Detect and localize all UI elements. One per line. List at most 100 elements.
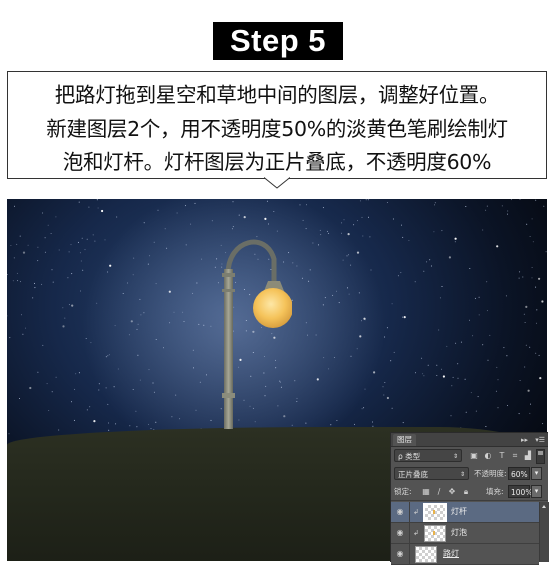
star bbox=[305, 228, 307, 230]
eye-icon[interactable]: ◉ bbox=[391, 502, 410, 522]
star bbox=[19, 235, 21, 237]
layer-name: 灯泡 bbox=[451, 528, 467, 537]
star bbox=[472, 335, 474, 337]
layer-row[interactable]: ◉ ↲ 灯泡 bbox=[391, 523, 539, 544]
star bbox=[44, 251, 46, 253]
star bbox=[312, 242, 314, 244]
eye-icon[interactable]: ◉ bbox=[391, 523, 410, 543]
star bbox=[175, 394, 177, 396]
star bbox=[328, 232, 330, 234]
star bbox=[73, 419, 75, 421]
layer-thumbnail bbox=[424, 525, 446, 542]
star bbox=[190, 223, 192, 225]
star bbox=[264, 217, 267, 220]
star bbox=[529, 412, 531, 414]
star bbox=[273, 211, 275, 212]
star bbox=[391, 303, 393, 305]
star bbox=[460, 341, 462, 343]
star bbox=[41, 283, 43, 285]
star bbox=[539, 377, 542, 380]
star bbox=[149, 255, 151, 257]
star bbox=[192, 292, 194, 294]
star bbox=[79, 252, 81, 254]
scroll-up-icon[interactable] bbox=[542, 505, 546, 508]
star bbox=[62, 325, 65, 328]
star bbox=[104, 239, 106, 241]
star bbox=[168, 290, 171, 293]
star bbox=[452, 376, 454, 378]
panel-menu-icon[interactable]: ▾☰ bbox=[535, 434, 545, 446]
image-filter-icon[interactable]: ▣ bbox=[469, 450, 479, 461]
lock-transparent-icon[interactable]: ▦ bbox=[421, 485, 431, 499]
star bbox=[347, 233, 350, 236]
star bbox=[86, 409, 88, 411]
star bbox=[51, 391, 53, 393]
star bbox=[94, 240, 96, 242]
star bbox=[198, 323, 200, 325]
star bbox=[524, 366, 526, 368]
star bbox=[105, 387, 107, 389]
lock-image-icon[interactable]: ∕ bbox=[434, 485, 444, 499]
star bbox=[495, 390, 497, 392]
star bbox=[77, 241, 79, 243]
star bbox=[359, 335, 362, 338]
lock-position-icon[interactable]: ✥ bbox=[447, 485, 457, 499]
star bbox=[523, 313, 525, 315]
star bbox=[13, 257, 15, 259]
star bbox=[543, 205, 545, 207]
star bbox=[336, 290, 337, 292]
shape-filter-icon[interactable]: ⌗ bbox=[510, 450, 520, 461]
star bbox=[37, 246, 39, 248]
star bbox=[305, 322, 307, 324]
star bbox=[350, 355, 352, 357]
filter-toggle[interactable] bbox=[536, 449, 545, 464]
type-filter-icon[interactable]: T bbox=[497, 450, 507, 461]
lock-all-icon[interactable]: 🔒︎ bbox=[461, 485, 471, 499]
star bbox=[185, 244, 187, 246]
star bbox=[442, 375, 445, 378]
star bbox=[211, 220, 213, 222]
star bbox=[358, 292, 360, 294]
opacity-input[interactable]: 60% bbox=[508, 467, 530, 480]
star bbox=[402, 316, 403, 318]
star bbox=[195, 409, 197, 411]
blend-mode-select[interactable]: 正片叠底 ⇕ bbox=[394, 467, 469, 480]
star bbox=[296, 401, 298, 402]
star bbox=[164, 228, 166, 230]
layer-row[interactable]: ◉ 路灯 bbox=[391, 544, 539, 565]
star bbox=[301, 277, 303, 279]
star bbox=[477, 396, 479, 398]
star bbox=[322, 304, 324, 306]
eye-icon[interactable]: ◉ bbox=[391, 544, 410, 564]
star bbox=[150, 428, 152, 429]
lock-row: 锁定: ▦ ∕ ✥ 🔒︎ 填充: 100% ▾ bbox=[391, 484, 548, 501]
clip-icon: ↲ bbox=[413, 529, 419, 537]
star bbox=[114, 325, 116, 327]
double-arrow-right-icon[interactable]: ▸▸ bbox=[521, 434, 528, 446]
star bbox=[67, 277, 69, 279]
star bbox=[182, 311, 184, 313]
adjustment-filter-icon[interactable]: ◐ bbox=[483, 450, 493, 461]
fill-dropdown-button[interactable]: ▾ bbox=[531, 485, 542, 498]
layer-list: ◉ ↲ 灯杆 ◉ ↲ 灯泡 ◉ 路灯 bbox=[391, 502, 539, 565]
star bbox=[348, 254, 349, 256]
fill-input[interactable]: 100% bbox=[508, 485, 532, 498]
star bbox=[183, 321, 185, 322]
star bbox=[368, 216, 369, 218]
star bbox=[482, 344, 484, 346]
star bbox=[361, 408, 363, 410]
star bbox=[519, 380, 521, 381]
star bbox=[42, 212, 44, 214]
layer-row[interactable]: ◉ ↲ 灯杆 bbox=[391, 502, 539, 523]
star bbox=[454, 237, 457, 240]
tab-layers[interactable]: 图层 bbox=[393, 434, 416, 446]
layers-scrollbar[interactable] bbox=[539, 502, 549, 562]
smart-object-filter-icon[interactable]: ▟ bbox=[523, 450, 533, 461]
star bbox=[361, 216, 363, 218]
star bbox=[524, 322, 526, 323]
opacity-dropdown-button[interactable]: ▾ bbox=[531, 467, 542, 480]
filter-kind-select[interactable]: ρ 类型 ⇕ bbox=[394, 449, 462, 462]
star bbox=[22, 333, 24, 335]
star bbox=[535, 199, 537, 201]
star bbox=[85, 338, 87, 339]
